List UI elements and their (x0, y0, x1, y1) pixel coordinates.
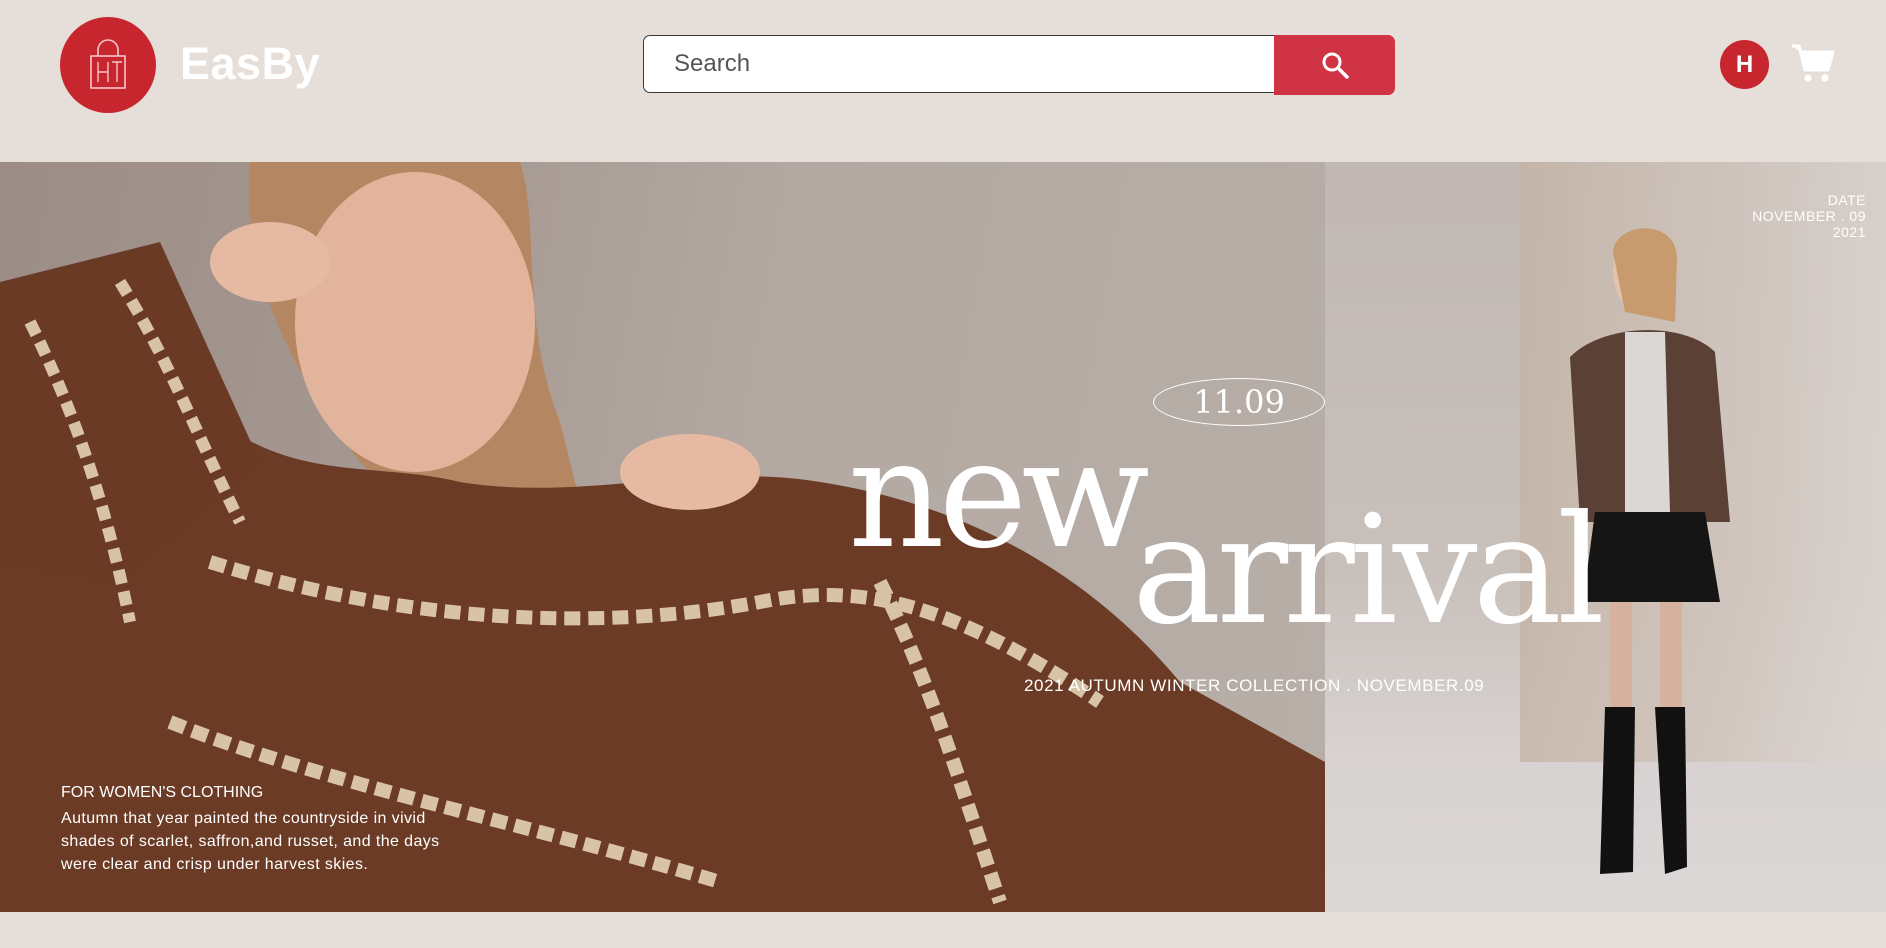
date-block: DATE NOVEMBER . 09 2021 (1752, 192, 1866, 240)
date-label: DATE (1827, 192, 1866, 208)
date-value: NOVEMBER . 09 (1752, 208, 1866, 224)
headline-arrival: arrival (1132, 484, 1605, 658)
hero-banner[interactable]: DATE NOVEMBER . 09 2021 11.09 new arriva… (0, 162, 1886, 912)
search-icon (1322, 52, 1349, 79)
cart-icon (1792, 44, 1835, 82)
shopping-bag-icon (90, 39, 126, 89)
search-button[interactable] (1274, 35, 1395, 95)
category-label: FOR WOMEN'S CLOTHING (61, 784, 264, 801)
search-input[interactable] (643, 35, 1275, 93)
headline-new: new (848, 408, 1150, 582)
collection-caption: 2021 AUTUMN WINTER COLLECTION . NOVEMBER… (1024, 676, 1485, 695)
page-footer-strip (0, 912, 1886, 948)
site-header: EasBy H (0, 0, 1886, 162)
brand-name[interactable]: EasBy (180, 38, 320, 90)
cart-button[interactable] (1790, 42, 1836, 84)
hero-description: Autumn that year painted the countryside… (61, 810, 440, 873)
search-bar (643, 35, 1395, 95)
date-badge: 11.09 (1153, 378, 1325, 426)
logo[interactable] (60, 17, 156, 113)
avatar[interactable]: H (1720, 40, 1769, 89)
date-year: 2021 (1832, 224, 1866, 240)
